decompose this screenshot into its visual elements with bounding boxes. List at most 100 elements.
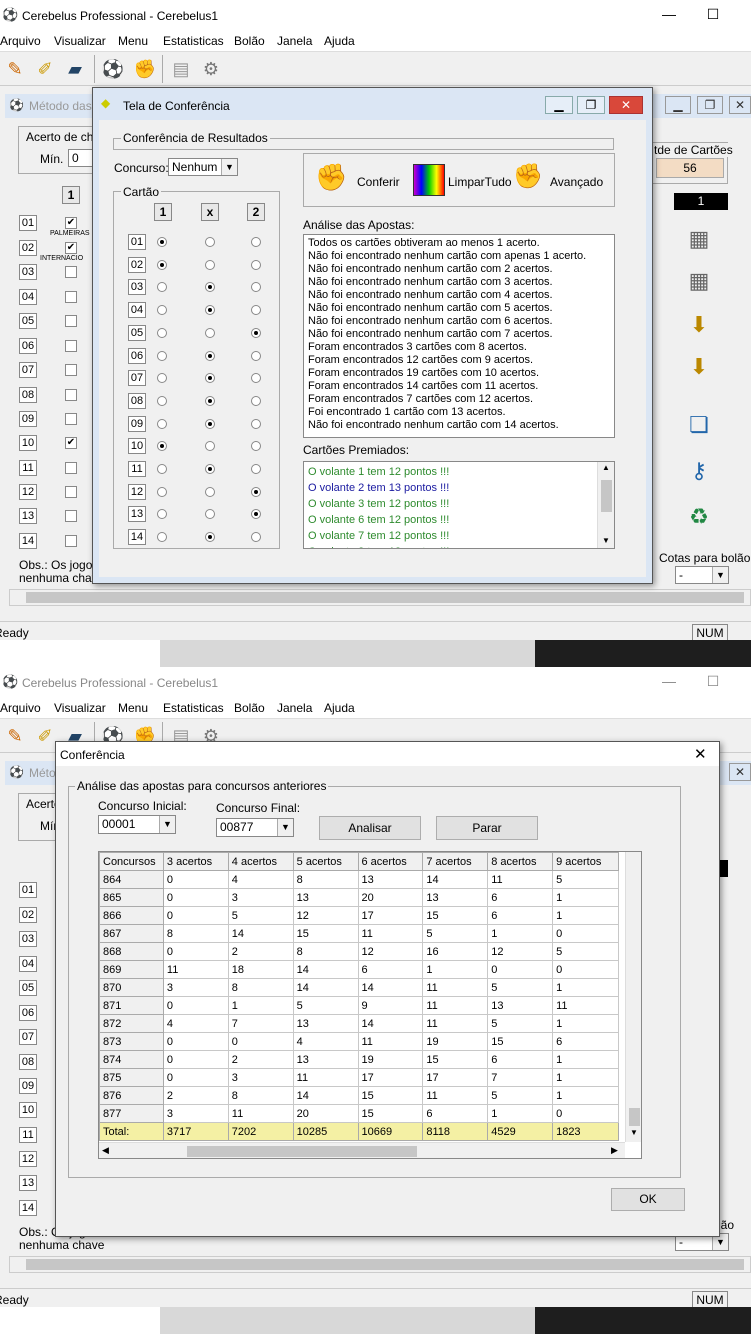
menu-visualizar[interactable]: Visualizar bbox=[54, 701, 106, 715]
minimize-icon[interactable]: — bbox=[654, 673, 684, 689]
column-header[interactable]: 3 acertos bbox=[162, 852, 229, 871]
avancado-icon[interactable]: ✊ bbox=[513, 162, 543, 191]
option-1-radio[interactable] bbox=[157, 237, 167, 247]
option-2-radio[interactable] bbox=[251, 441, 261, 451]
table-row[interactable]: 874 0 2 13 19 15 6 1 bbox=[99, 1050, 619, 1069]
option-x-radio[interactable] bbox=[205, 260, 215, 270]
grid-vertical-scrollbar[interactable]: ▼ bbox=[625, 852, 641, 1142]
dialog-maximize-icon[interactable]: ❐ bbox=[577, 96, 605, 114]
option-2-radio[interactable] bbox=[251, 282, 261, 292]
option-1-radio[interactable] bbox=[157, 441, 167, 451]
final-select[interactable]: 00877 ▼ bbox=[216, 818, 294, 837]
table-row[interactable]: 872 4 7 13 14 11 5 1 bbox=[99, 1014, 619, 1033]
menu-janela[interactable]: Janela bbox=[277, 34, 312, 48]
table-row[interactable]: 870 3 8 14 14 11 5 1 bbox=[99, 978, 619, 997]
analisar-button[interactable]: Analisar bbox=[319, 816, 421, 840]
option-1-radio[interactable] bbox=[157, 282, 167, 292]
maximize-icon[interactable]: ☐ bbox=[698, 6, 728, 23]
option-x-radio[interactable] bbox=[205, 419, 215, 429]
min-spinner[interactable]: 0 bbox=[68, 149, 94, 167]
row-checkbox[interactable] bbox=[65, 535, 77, 547]
option-1-radio[interactable] bbox=[157, 328, 167, 338]
open-icon[interactable]: ✎ bbox=[2, 723, 28, 749]
row-checkbox[interactable] bbox=[65, 315, 77, 327]
option-2-radio[interactable] bbox=[251, 532, 261, 542]
option-1-radio[interactable] bbox=[157, 396, 167, 406]
option-x-radio[interactable] bbox=[205, 532, 215, 542]
option-x-radio[interactable] bbox=[205, 282, 215, 292]
child-close-icon[interactable]: ✕ bbox=[729, 763, 751, 781]
table-row[interactable]: 867 8 14 15 11 5 1 0 bbox=[99, 924, 619, 943]
option-x-radio[interactable] bbox=[205, 509, 215, 519]
row-checkbox[interactable] bbox=[65, 266, 77, 278]
row-checkbox[interactable] bbox=[65, 486, 77, 498]
minimize-icon[interactable]: — bbox=[654, 6, 684, 22]
concurso-select[interactable]: Nenhum ▼ bbox=[168, 158, 238, 176]
tickets-icon[interactable]: ▦ bbox=[684, 224, 714, 254]
row-checkbox[interactable]: ✔ bbox=[65, 437, 77, 449]
mascot-icon[interactable]: ✊ bbox=[132, 56, 158, 82]
dialog-close-icon[interactable]: ✕ bbox=[694, 745, 707, 763]
maximize-icon[interactable]: ☐ bbox=[698, 673, 728, 690]
row-checkbox[interactable] bbox=[65, 413, 77, 425]
horizontal-scrollbar[interactable] bbox=[9, 1256, 751, 1273]
row-checkbox[interactable]: ✔ bbox=[65, 242, 77, 254]
menu-ajuda[interactable]: Ajuda bbox=[324, 34, 355, 48]
menu-janela[interactable]: Janela bbox=[277, 701, 312, 715]
row-checkbox[interactable] bbox=[65, 340, 77, 352]
option-2-radio[interactable] bbox=[251, 509, 261, 519]
parar-button[interactable]: Parar bbox=[436, 816, 538, 840]
table-row[interactable]: 866 0 5 12 17 15 6 1 bbox=[99, 906, 619, 925]
option-x-radio[interactable] bbox=[205, 441, 215, 451]
option-x-radio[interactable] bbox=[205, 237, 215, 247]
menu-estatisticas[interactable]: Estatisticas bbox=[163, 701, 224, 715]
column-header[interactable]: Concursos bbox=[99, 852, 164, 871]
grid-horizontal-scrollbar[interactable]: ◀ ▶ bbox=[99, 1142, 625, 1158]
option-2-radio[interactable] bbox=[251, 396, 261, 406]
menu-menu[interactable]: Menu bbox=[118, 701, 148, 715]
option-2-radio[interactable] bbox=[251, 373, 261, 383]
premiados-scrollbar[interactable]: ▲ ▼ bbox=[597, 462, 614, 548]
option-2-radio[interactable] bbox=[251, 351, 261, 361]
child-restore-icon[interactable]: ❐ bbox=[697, 96, 723, 114]
option-x-radio[interactable] bbox=[205, 328, 215, 338]
tickets-icon[interactable]: ▤ bbox=[168, 56, 194, 82]
table-row[interactable]: 868 0 2 8 12 16 12 5 bbox=[99, 942, 619, 961]
copy-icon[interactable]: ❏ bbox=[684, 410, 714, 440]
limpar-icon[interactable] bbox=[413, 164, 445, 196]
menu-visualizar[interactable]: Visualizar bbox=[54, 34, 106, 48]
option-x-radio[interactable] bbox=[205, 373, 215, 383]
option-1-radio[interactable] bbox=[157, 509, 167, 519]
dialog-close-icon[interactable]: ✕ bbox=[609, 96, 643, 114]
menu-bolao[interactable]: Bolão bbox=[234, 701, 265, 715]
option-2-radio[interactable] bbox=[251, 464, 261, 474]
row-checkbox[interactable] bbox=[65, 291, 77, 303]
column-header[interactable]: 4 acertos bbox=[227, 852, 294, 871]
row-checkbox[interactable] bbox=[65, 389, 77, 401]
table-row[interactable]: 873 0 0 4 11 19 15 6 bbox=[99, 1032, 619, 1051]
child-close-icon[interactable]: ✕ bbox=[729, 96, 751, 114]
row-checkbox[interactable] bbox=[65, 364, 77, 376]
help-gear-icon[interactable]: ⚙ bbox=[198, 56, 224, 82]
menu-estatisticas[interactable]: Estatisticas bbox=[163, 34, 224, 48]
column-header[interactable]: 7 acertos bbox=[422, 852, 489, 871]
column-header[interactable]: 8 acertos bbox=[487, 852, 554, 871]
option-1-radio[interactable] bbox=[157, 487, 167, 497]
folder-icon[interactable]: ✐ bbox=[32, 56, 58, 82]
option-1-radio[interactable] bbox=[157, 373, 167, 383]
table-row[interactable]: 869 11 18 14 6 1 0 0 bbox=[99, 960, 619, 979]
option-2-radio[interactable] bbox=[251, 260, 261, 270]
results-grid[interactable]: Concursos 3 acertos 4 acertos 5 acertos 6 ac… bbox=[98, 851, 642, 1159]
recycle-bin-icon[interactable]: ♻ bbox=[684, 502, 714, 532]
menu-arquivo[interactable]: Arquivo bbox=[0, 34, 41, 48]
option-1-radio[interactable] bbox=[157, 464, 167, 474]
conferir-button[interactable]: Conferir bbox=[357, 175, 400, 189]
table-row[interactable]: 871 0 1 5 9 11 13 11 bbox=[99, 996, 619, 1015]
option-x-radio[interactable] bbox=[205, 487, 215, 497]
table-row[interactable]: 865 0 3 13 20 13 6 1 bbox=[99, 888, 619, 907]
premiados-list[interactable]: O volante 1 tem 12 pontos !!! O volante 2… bbox=[303, 461, 615, 549]
option-2-radio[interactable] bbox=[251, 305, 261, 315]
option-1-radio[interactable] bbox=[157, 260, 167, 270]
download-icon[interactable]: ⬇ bbox=[684, 352, 714, 382]
option-x-radio[interactable] bbox=[205, 305, 215, 315]
